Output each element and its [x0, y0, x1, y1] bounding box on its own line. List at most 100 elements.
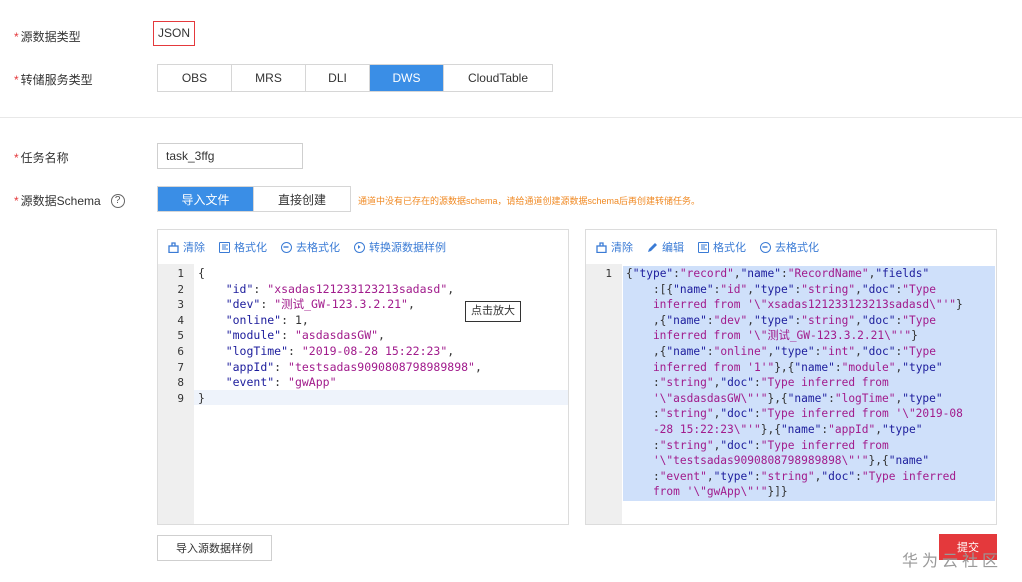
- code-token: ,: [875, 422, 883, 436]
- code-line: :"string","doc":"Type inferred from '\"2…: [626, 406, 963, 422]
- code-token: "doc": [861, 313, 896, 327]
- code-line: :"event","type":"string","doc":"Type inf…: [626, 469, 963, 485]
- code-token: }: [198, 390, 205, 405]
- left-clear-button[interactable]: 清除: [168, 239, 205, 255]
- code-token: inferred from '\"xsadas121233123213sadas…: [626, 298, 957, 312]
- code-line: ,{"name":"online","type":"int","doc":"Ty…: [626, 344, 963, 360]
- right-edit-button[interactable]: 编辑: [647, 239, 684, 255]
- right-editor-code[interactable]: {"type":"record","name":"RecordName","fi…: [626, 266, 963, 500]
- left-format-button[interactable]: 格式化: [219, 239, 267, 255]
- code-line: "logTime": "2019-08-28 15:22:23",: [198, 344, 482, 360]
- dump-option-obs[interactable]: OBS: [158, 65, 232, 91]
- code-token: "type": [902, 391, 943, 405]
- code-token: :: [626, 438, 660, 452]
- left-convert-button[interactable]: 转换源数据样例: [354, 239, 446, 255]
- schema-source-tabs: 导入文件 直接创建: [157, 186, 351, 212]
- code-token: "name": [673, 282, 714, 296]
- code-token: :: [626, 407, 660, 421]
- code-token: "logTime": [834, 391, 896, 405]
- code-token: "type": [882, 422, 923, 436]
- code-token: "string": [760, 469, 815, 483]
- code-token: {: [198, 266, 205, 280]
- code-token: }: [956, 298, 963, 312]
- code-token: "Type inferred: [861, 469, 957, 483]
- code-token: "doc": [720, 438, 755, 452]
- code-token: -28 15:22:23\"'": [626, 422, 761, 436]
- task-name-label: * 任务名称: [14, 151, 69, 165]
- left-editor-code[interactable]: { "id": "xsadas121233123213sadasd", "dev…: [198, 266, 482, 406]
- code-token: "module": [841, 360, 896, 374]
- code-token: ,{: [626, 344, 667, 358]
- code-token: "testsadas9090808798989898": [288, 359, 475, 374]
- code-token: "name": [780, 422, 822, 436]
- code-token: "doc": [821, 469, 856, 483]
- code-token: "id": [720, 282, 748, 296]
- line-number: 3: [177, 298, 184, 312]
- code-token: "gwApp": [288, 375, 337, 390]
- dump-option-dli[interactable]: DLI: [306, 65, 370, 91]
- line-number: 4: [177, 313, 184, 327]
- code-token: "online": [225, 312, 282, 327]
- code-line: :[{"name":"id","type":"string","doc":"Ty…: [626, 282, 963, 298]
- code-token: ,: [447, 281, 455, 296]
- code-token: ,: [733, 267, 741, 280]
- code-token: from '\"gwApp\"'": [626, 485, 768, 499]
- dump-option-mrs[interactable]: MRS: [232, 65, 306, 91]
- code-token: "string": [659, 407, 714, 421]
- zoom-tooltip: 点击放大: [465, 301, 521, 322]
- tab-import-file[interactable]: 导入文件: [158, 187, 254, 211]
- code-token: "Type: [902, 344, 936, 358]
- code-line: from '\"gwApp\"'"}]}: [626, 484, 963, 500]
- code-token: "record": [679, 267, 734, 280]
- line-number: 6: [177, 344, 184, 358]
- format-icon: [219, 241, 230, 253]
- code-token: ,: [706, 469, 714, 483]
- right-format-button[interactable]: 格式化: [698, 239, 746, 255]
- code-token: :: [281, 328, 295, 343]
- code-token: inferred from '\"测试_GW-123.3.2.21\"'": [626, 329, 912, 343]
- left-unformat-button[interactable]: 去格式化: [281, 239, 340, 255]
- right-unformat-button[interactable]: 去格式化: [760, 239, 819, 255]
- dump-option-dws[interactable]: DWS: [370, 65, 444, 91]
- dump-option-cloudtable[interactable]: CloudTable: [444, 65, 552, 91]
- code-token: },{: [760, 422, 781, 436]
- code-token: "type": [713, 469, 755, 483]
- code-line: inferred from '\"xsadas121233123213sadas…: [626, 297, 963, 313]
- task-name-input[interactable]: [157, 143, 303, 169]
- code-token: "Type inferred from: [760, 376, 889, 390]
- edit-icon: [647, 242, 658, 253]
- code-token: "type": [774, 344, 815, 358]
- import-sample-button[interactable]: 导入源数据样例: [157, 535, 272, 561]
- code-token: :: [288, 343, 302, 358]
- code-token: "int": [821, 344, 856, 358]
- code-token: "xsadas121233123213sadasd": [267, 281, 448, 296]
- code-token: :: [673, 267, 680, 280]
- source-type-label: * 源数据类型: [14, 30, 81, 44]
- code-line: {: [198, 266, 482, 282]
- source-type-value[interactable]: JSON: [153, 21, 196, 46]
- code-token: :: [828, 391, 835, 405]
- help-icon[interactable]: ?: [110, 193, 125, 208]
- left-editor-gutter: 123456789: [158, 264, 194, 524]
- code-token: "dev": [713, 313, 748, 327]
- code-token: ,: [855, 344, 862, 358]
- dump-service-selector: OBS MRS DLI DWS CloudTable: [157, 64, 553, 92]
- code-token: :: [626, 469, 660, 483]
- unformat-icon: [760, 241, 771, 253]
- convert-icon: [354, 241, 365, 253]
- code-token: "logTime": [225, 343, 289, 358]
- code-token: :: [626, 376, 660, 390]
- code-token: :: [274, 375, 289, 390]
- tab-create-directly[interactable]: 直接创建: [254, 187, 350, 211]
- right-editor-toolbar: 清除 编辑 格式化 去格式化: [586, 230, 996, 264]
- right-clear-button[interactable]: 清除: [596, 239, 633, 255]
- code-token: "online": [713, 344, 768, 358]
- code-token: :: [706, 313, 714, 327]
- code-token: "Type: [902, 313, 936, 327]
- code-token: }: [911, 329, 918, 343]
